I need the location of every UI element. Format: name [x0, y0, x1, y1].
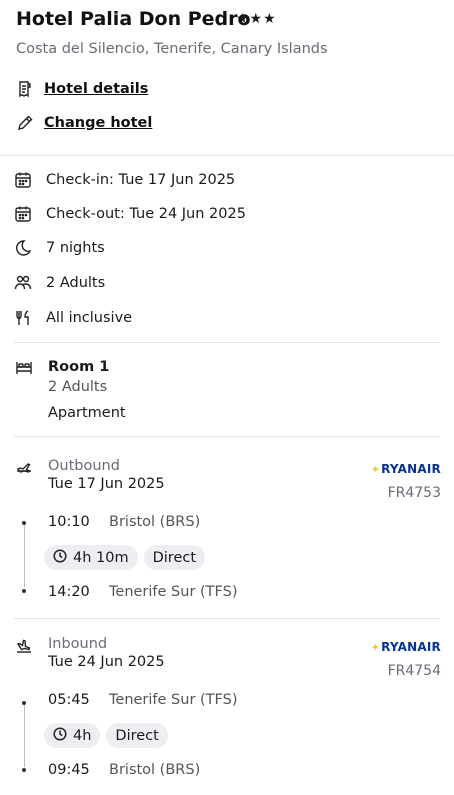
- guests-row: 2 Adults: [14, 274, 105, 292]
- harp-icon: ✦: [370, 462, 381, 476]
- change-hotel-label[interactable]: Change hotel: [44, 115, 152, 131]
- timeline-dot: [22, 768, 26, 772]
- inbound-depart-time: 05:45: [48, 692, 90, 708]
- outbound-flight-number: FR4753: [387, 485, 441, 501]
- inbound-flight-number: FR4754: [387, 663, 441, 679]
- inbound-depart-airport: Tenerife Sur (TFS): [109, 692, 238, 708]
- airline-name: RYANAIR: [381, 462, 441, 476]
- room-title: Room 1: [48, 359, 110, 375]
- outbound-arrive-airport: Tenerife Sur (TFS): [109, 584, 238, 600]
- stops-chip: Direct: [143, 545, 206, 570]
- divider: [14, 436, 440, 437]
- outbound-arrive-time: 14:20: [48, 584, 90, 600]
- nights-text: 7 nights: [46, 240, 105, 256]
- airline-name: RYANAIR: [381, 640, 441, 654]
- clock-icon: [53, 726, 73, 745]
- outbound-depart-airport: Bristol (BRS): [109, 514, 201, 530]
- board-row: All inclusive: [14, 309, 132, 327]
- star-rating: ★★★: [236, 11, 277, 27]
- harp-icon: ✦: [370, 640, 381, 654]
- room-guests: 2 Adults: [48, 379, 108, 395]
- hotel-name: Hotel Palia Don Pedro: [16, 8, 251, 30]
- checkin-row: Check-in: Tue 17 Jun 2025: [14, 171, 235, 189]
- hotel-details-label[interactable]: Hotel details: [44, 81, 148, 97]
- outbound-label: Outbound: [48, 458, 120, 474]
- stops-chip: Direct: [106, 723, 168, 748]
- inbound-arrive-time: 09:45: [48, 762, 90, 778]
- moon-icon: [14, 239, 32, 257]
- outbound-date: Tue 17 Jun 2025: [48, 476, 165, 492]
- checkout-row: Check-out: Tue 24 Jun 2025: [14, 205, 246, 223]
- fork-knife-icon: [14, 309, 32, 327]
- calendar-icon: [14, 205, 32, 223]
- plane-depart-icon: [15, 459, 33, 477]
- calendar-icon: [14, 171, 32, 189]
- outbound-chips: 4h 10m Direct: [44, 545, 206, 570]
- checkout-text: Check-out: Tue 24 Jun 2025: [46, 206, 246, 222]
- inbound-chips: 4h Direct: [44, 723, 168, 748]
- divider: [14, 618, 440, 619]
- guests-text: 2 Adults: [46, 275, 106, 291]
- people-icon: [14, 274, 32, 292]
- duration-chip: 4h: [44, 723, 101, 748]
- duration-text: 4h 10m: [73, 549, 129, 566]
- inbound-arrive-airport: Bristol (BRS): [109, 762, 201, 778]
- nights-row: 7 nights: [14, 239, 105, 257]
- pencil-icon: [16, 114, 34, 132]
- hotel-details-link[interactable]: Hotel details: [16, 80, 148, 98]
- divider: [0, 155, 454, 156]
- duration-chip: 4h 10m: [44, 545, 138, 570]
- divider: [14, 342, 440, 343]
- clock-icon: [53, 548, 73, 567]
- inbound-date: Tue 24 Jun 2025: [48, 654, 165, 670]
- ryanair-logo: ✦ RYANAIR: [371, 640, 441, 654]
- timeline-line: [23, 705, 25, 767]
- duration-text: 4h: [73, 727, 92, 744]
- checkin-text: Check-in: Tue 17 Jun 2025: [46, 172, 236, 188]
- room-type: Apartment: [48, 405, 126, 421]
- ryanair-logo: ✦ RYANAIR: [371, 462, 441, 476]
- inbound-label: Inbound: [48, 636, 108, 652]
- bed-icon: [15, 359, 33, 377]
- outbound-depart-time: 10:10: [48, 514, 90, 530]
- board-text: All inclusive: [46, 310, 133, 326]
- receipt-icon: [16, 80, 34, 98]
- hotel-location: Costa del Silencio, Tenerife, Canary Isl…: [16, 41, 328, 57]
- timeline-dot: [22, 589, 26, 593]
- timeline-line: [23, 525, 25, 587]
- plane-arrive-icon: [15, 637, 33, 655]
- change-hotel-link[interactable]: Change hotel: [16, 114, 152, 132]
